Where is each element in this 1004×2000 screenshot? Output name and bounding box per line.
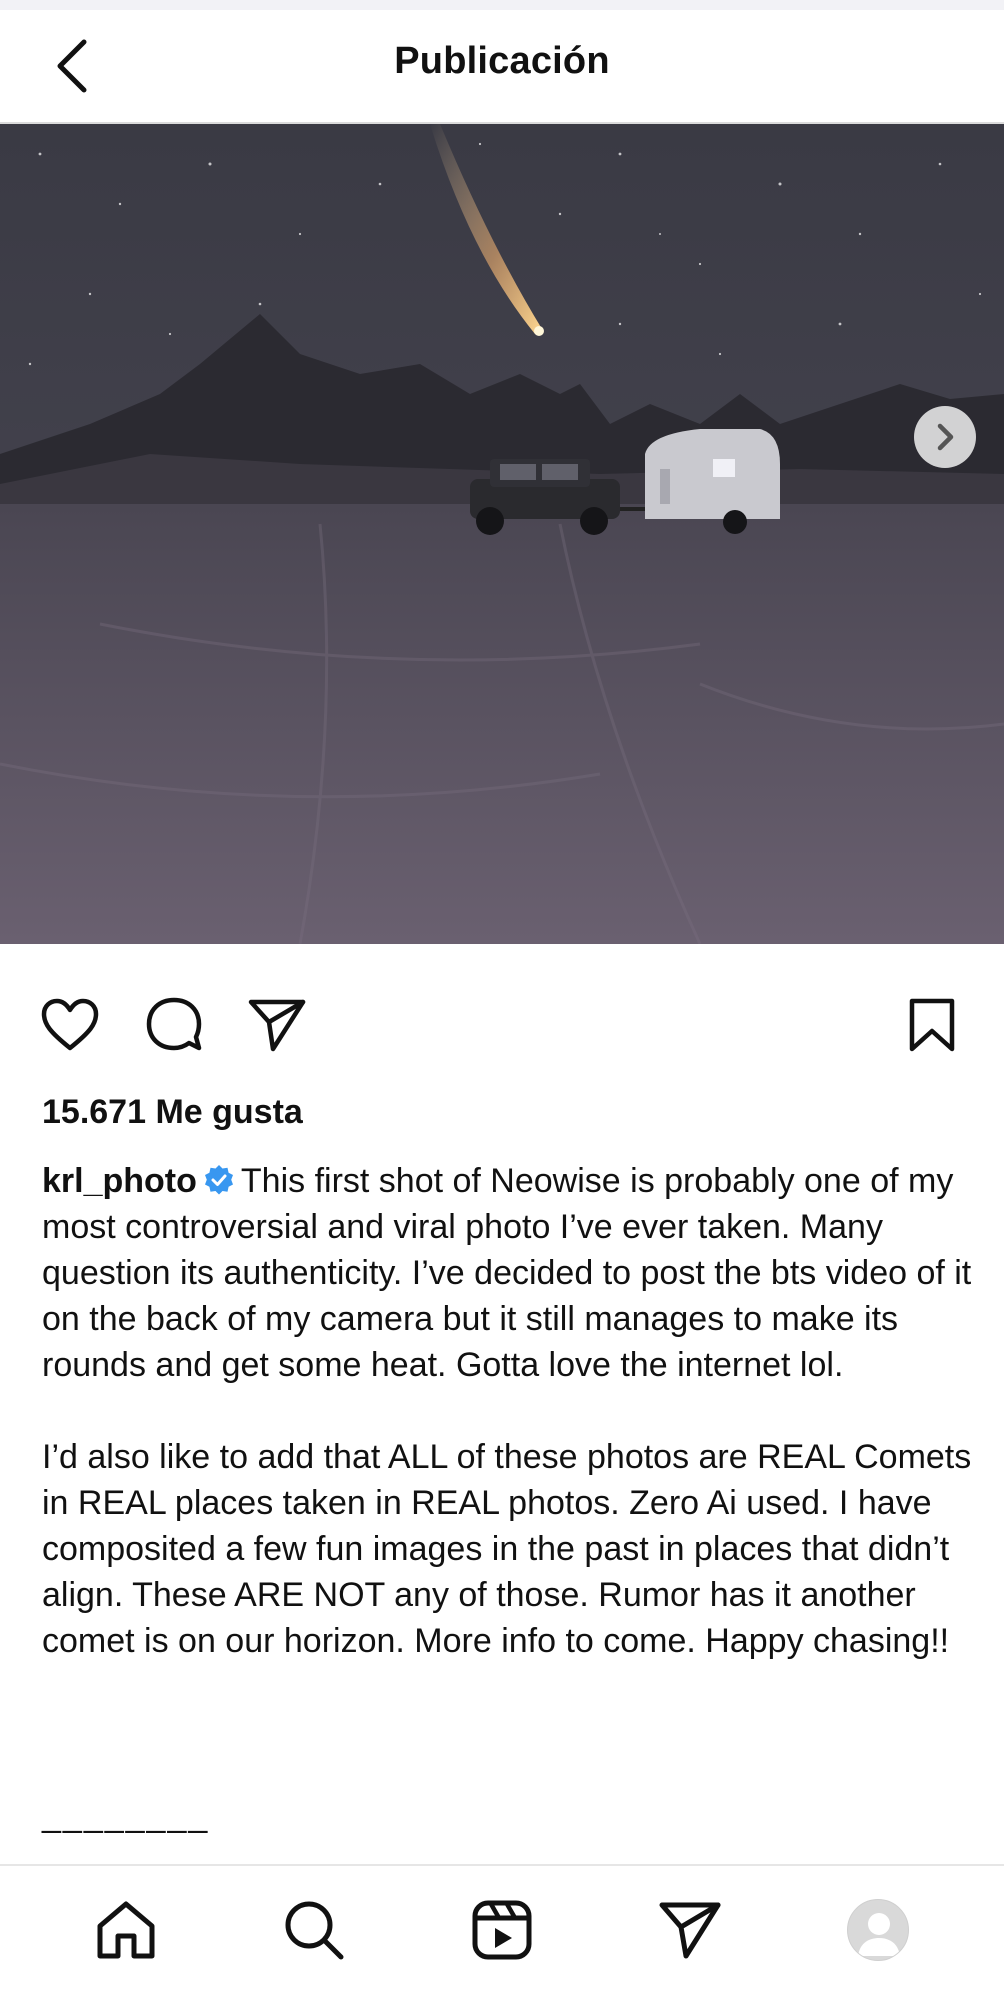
nav-search-button[interactable] (278, 1894, 350, 1966)
nav-direct-button[interactable] (654, 1894, 726, 1966)
chevron-right-icon (937, 423, 954, 451)
nav-profile-button[interactable] (842, 1894, 914, 1966)
avatar (847, 1899, 909, 1961)
home-icon (97, 1901, 155, 1959)
nav-home-button[interactable] (90, 1894, 162, 1966)
share-button[interactable] (245, 993, 309, 1057)
heart-icon (41, 998, 99, 1051)
save-button[interactable] (900, 993, 964, 1057)
post-image[interactable] (0, 124, 1004, 944)
comment-button[interactable] (142, 993, 206, 1057)
reels-icon (472, 1900, 532, 1960)
nav-reels-button[interactable] (466, 1894, 538, 1966)
likes-count[interactable]: 15.671 Me gusta (42, 1093, 303, 1132)
trailer (645, 429, 780, 534)
bottom-navigation (0, 1864, 1004, 2000)
post-actions (0, 985, 1004, 1055)
search-icon (285, 1901, 344, 1960)
post-photo-scene (0, 124, 1004, 944)
verified-badge-icon (204, 1165, 233, 1195)
paper-plane-icon (659, 1902, 721, 1959)
like-button[interactable] (38, 993, 102, 1057)
bookmark-icon (909, 998, 955, 1052)
top-app-bar: Publicación (0, 10, 1004, 124)
default-avatar-icon (858, 1913, 900, 1956)
next-image-button[interactable] (914, 406, 976, 468)
post-caption: krl_photo This first shot of Neowise is … (42, 1158, 972, 1664)
caption-divider: ________ (42, 1796, 210, 1834)
comment-icon (146, 997, 202, 1051)
status-bar-strip (0, 0, 1004, 10)
caption-text-paragraph-2: I’d also like to add that ALL of these p… (42, 1438, 972, 1660)
paper-plane-icon (248, 999, 306, 1052)
caption-username[interactable]: krl_photo (42, 1162, 197, 1200)
page-title: Publicación (394, 40, 610, 82)
